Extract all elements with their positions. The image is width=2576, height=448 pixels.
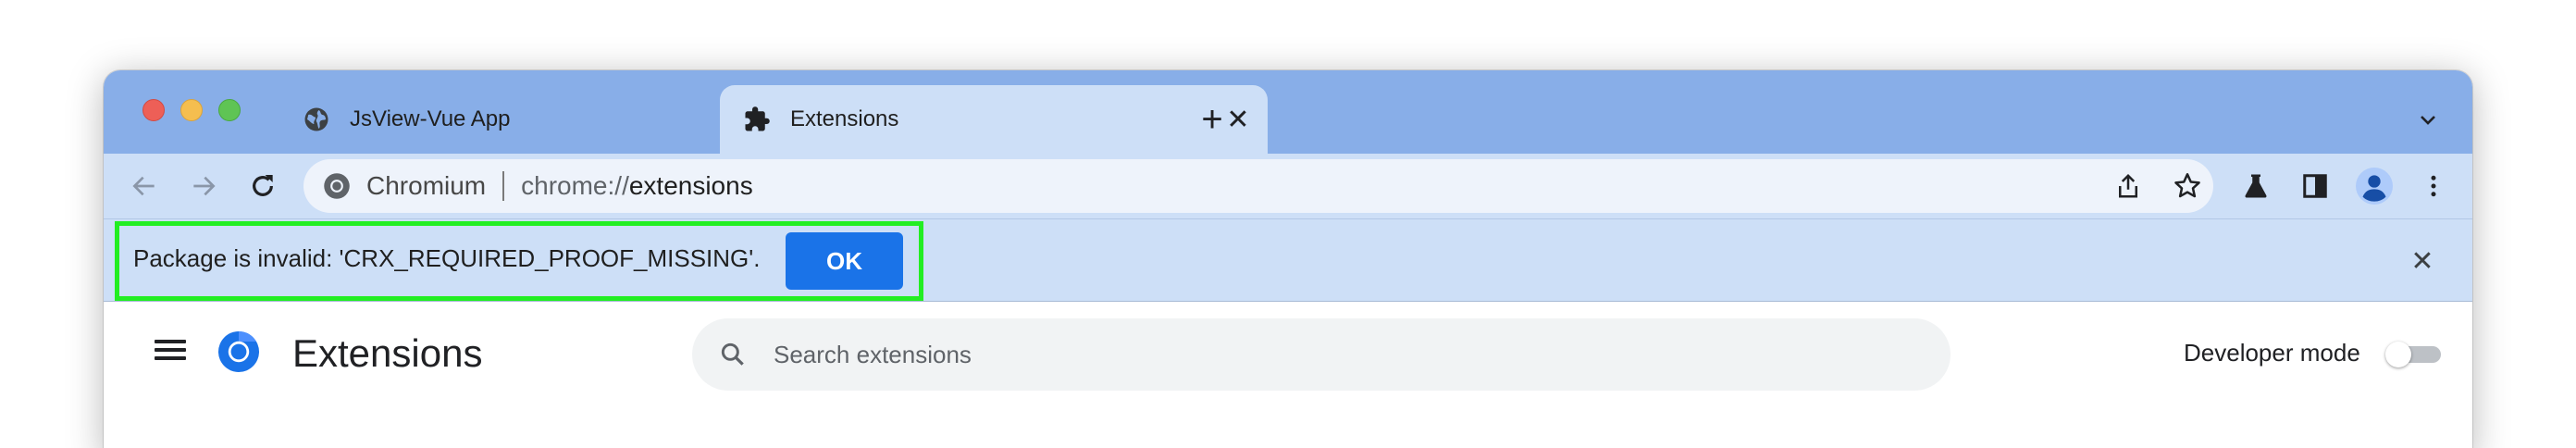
- puzzle-icon: [742, 105, 772, 134]
- minimize-window-button[interactable]: [180, 99, 203, 121]
- search-extensions-input[interactable]: Search extensions: [692, 318, 1951, 391]
- avatar[interactable]: [2354, 166, 2395, 206]
- more-menu-icon[interactable]: [2413, 166, 2454, 206]
- hamburger-menu-icon[interactable]: [152, 335, 189, 368]
- url-host: extensions: [628, 171, 753, 200]
- infobar-message: Package is invalid: 'CRX_REQUIRED_PROOF_…: [133, 244, 761, 272]
- side-panel-icon[interactable]: [2295, 166, 2335, 206]
- new-tab-button[interactable]: +: [1192, 99, 1232, 140]
- ok-button[interactable]: OK: [786, 232, 903, 290]
- forward-arrow-icon[interactable]: [183, 166, 224, 206]
- extensions-page: Extensions Search extensions Developer m…: [104, 302, 2472, 448]
- developer-mode-label: Developer mode: [2184, 339, 2360, 367]
- tab-extensions[interactable]: Extensions ✕: [720, 85, 1268, 154]
- chrome-logo-icon: [217, 330, 261, 374]
- divider: [502, 171, 505, 201]
- chromium-logo-icon: [322, 171, 352, 201]
- error-infobar: Package is invalid: 'CRX_REQUIRED_PROOF_…: [104, 218, 2472, 302]
- globe-icon: [302, 105, 331, 134]
- developer-mode-toggle[interactable]: [2385, 342, 2445, 367]
- chevron-down-icon[interactable]: [2409, 101, 2446, 138]
- toggle-knob: [2385, 342, 2411, 367]
- site-name: Chromium: [366, 171, 487, 200]
- infobar-close-icon[interactable]: ✕: [2404, 243, 2441, 280]
- toolbar: Chromium chrome://extensions: [104, 154, 2472, 218]
- labs-flask-icon[interactable]: [2235, 166, 2276, 206]
- search-placeholder: Search extensions: [774, 340, 972, 368]
- screen: JsView-Vue App ✕ Extensions ✕ +: [0, 0, 2576, 448]
- zoom-window-button[interactable]: [218, 99, 241, 121]
- search-icon: [714, 336, 751, 373]
- browser-window: JsView-Vue App ✕ Extensions ✕ +: [104, 70, 2472, 448]
- address-bar[interactable]: Chromium chrome://extensions: [303, 159, 2213, 213]
- tab-strip: JsView-Vue App ✕ Extensions ✕ +: [104, 70, 2472, 154]
- reload-icon[interactable]: [242, 166, 283, 206]
- back-arrow-icon[interactable]: [124, 166, 165, 206]
- tab-title: Extensions: [790, 106, 899, 131]
- bookmark-star-icon[interactable]: [2169, 168, 2206, 205]
- url-scheme: chrome://: [521, 171, 629, 200]
- page-title: Extensions: [292, 331, 483, 375]
- extensions-header: Extensions Search extensions Developer m…: [104, 302, 2472, 400]
- tab-title: JsView-Vue App: [350, 106, 511, 131]
- share-icon[interactable]: [2110, 168, 2147, 205]
- close-window-button[interactable]: [142, 99, 165, 121]
